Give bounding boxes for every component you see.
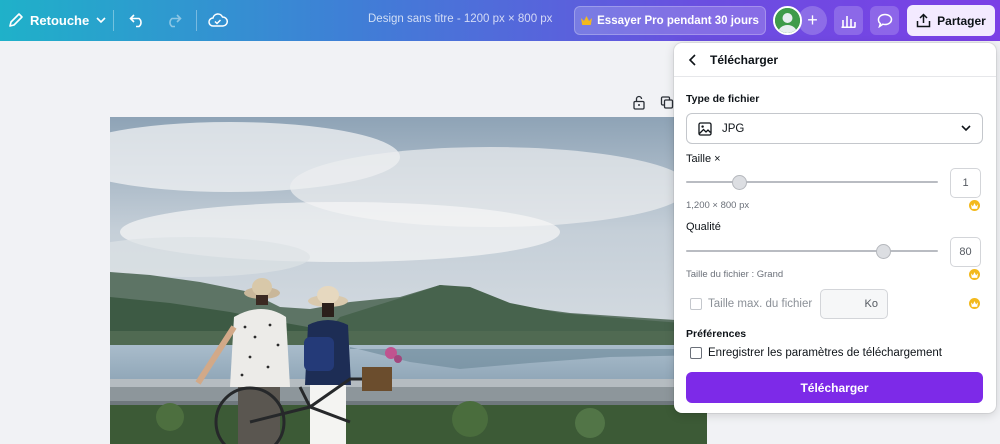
crown-icon [969,200,980,211]
download-button[interactable]: Télécharger [686,372,983,403]
avatar[interactable] [773,6,802,35]
user-avatar-icon [775,8,800,33]
chevron-down-icon [961,125,971,132]
comment-icon [877,13,892,28]
plus-icon: + [807,10,818,30]
max-size-unit: Ko [864,298,878,310]
max-size-input[interactable]: Ko [820,289,888,319]
design-title[interactable]: Design sans titre - 1200 px × 800 px [368,13,552,25]
save-settings-checkbox[interactable] [690,347,702,359]
unlock-icon[interactable] [632,95,646,110]
quality-label: Qualité [686,221,721,233]
divider [113,10,114,31]
max-size-checkbox[interactable] [690,298,702,310]
undo-button[interactable] [124,8,150,32]
share-label: Partager [937,13,986,28]
try-pro-button[interactable]: Essayer Pro pendant 30 jours [574,6,766,35]
cloud-check-icon [208,12,228,27]
back-button[interactable] [684,51,702,69]
crown-icon [581,16,593,25]
preferences-label: Préférences [686,328,747,340]
pencil-icon [9,13,23,27]
size-label: Taille × [686,153,721,165]
crown-icon [969,298,980,309]
slider-track [686,250,938,252]
design-photo[interactable] [110,117,707,444]
divider [196,10,197,31]
slider-thumb[interactable] [875,244,891,259]
dimensions-text: 1,200 × 800 px [686,200,750,211]
chevron-left-icon [688,54,696,66]
insights-button[interactable] [834,6,863,35]
edit-menu-button[interactable]: Retouche [8,8,107,32]
quality-input[interactable]: 80 [950,237,981,267]
bar-chart-icon [841,16,856,28]
file-size-note: Taille du fichier : Grand [686,269,784,280]
lake-photo-image [110,117,707,444]
download-panel-title: Télécharger [710,53,779,67]
download-panel: Télécharger Type de fichier JPG Taille ×… [674,43,996,413]
page-tools [632,95,674,110]
try-pro-label: Essayer Pro pendant 30 jours [597,14,759,27]
undo-icon [128,13,142,27]
add-collaborator-button[interactable]: + [798,6,827,35]
max-size-label: Taille max. du fichier [708,298,813,310]
save-settings-label: Enregistrer les paramètres de télécharge… [708,347,942,359]
chevron-down-icon [96,17,106,24]
edit-menu-label: Retouche [30,12,90,28]
file-type-value: JPG [722,123,745,135]
duplicate-icon[interactable] [660,95,674,110]
comments-button[interactable] [870,6,899,35]
slider-track [686,181,938,183]
file-type-select[interactable]: JPG [686,113,983,144]
slider-thumb[interactable] [731,175,747,190]
upload-icon [916,13,931,28]
size-input[interactable]: 1 [950,168,981,198]
image-icon [698,122,712,136]
cloud-save-button[interactable] [205,8,231,32]
redo-icon [168,13,182,27]
redo-button[interactable] [160,8,186,32]
top-bar: Retouche Design sans titre - 1200 px × 8… [0,0,1000,41]
size-slider[interactable] [686,175,938,190]
download-panel-header: Télécharger [674,43,996,77]
crown-icon [969,269,980,280]
file-type-label: Type de fichier [686,93,760,105]
quality-slider[interactable] [686,244,938,259]
share-button[interactable]: Partager [907,5,995,36]
